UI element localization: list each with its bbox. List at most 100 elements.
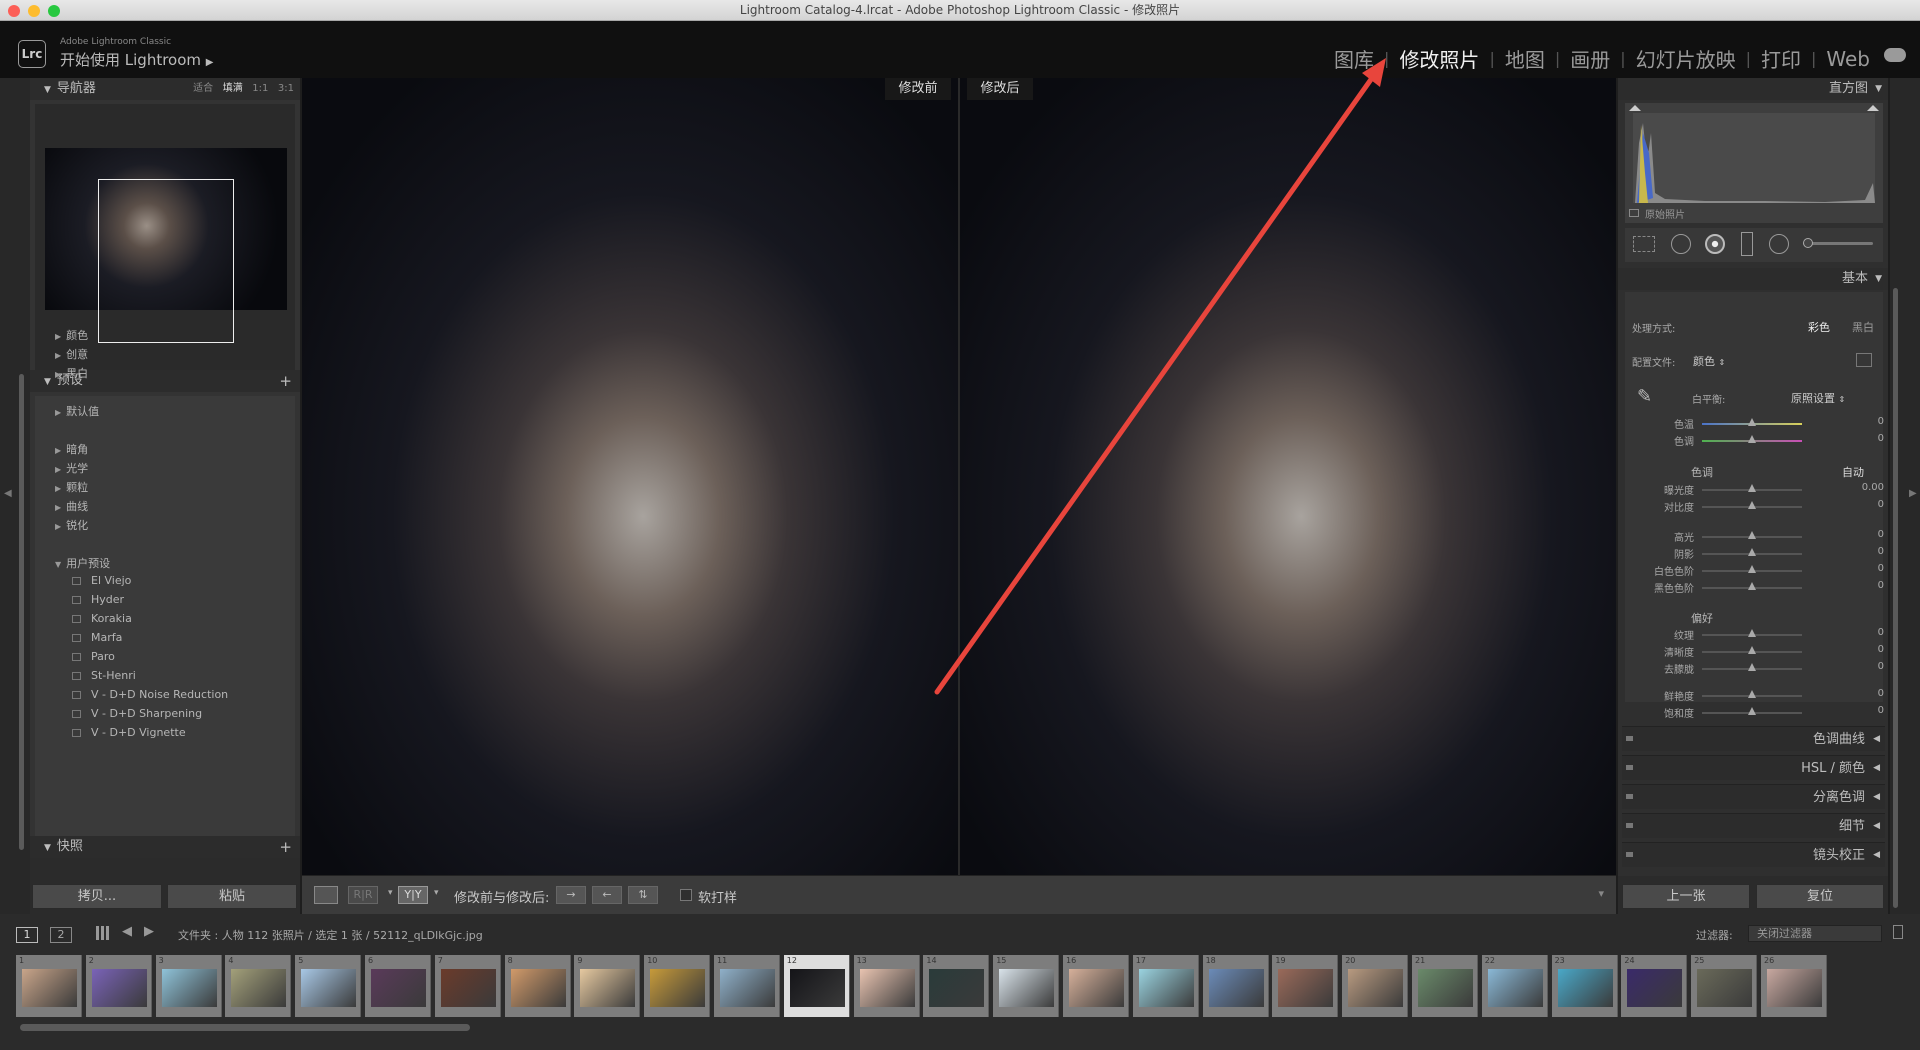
- slider-knob[interactable]: [1748, 629, 1756, 637]
- filmstrip-thumbnail[interactable]: 17: [1132, 955, 1199, 1017]
- basic-slider-row[interactable]: 色温 0: [1620, 416, 1890, 431]
- slider-value[interactable]: 0: [1878, 661, 1884, 672]
- panel-toggle-switch[interactable]: [1626, 765, 1633, 770]
- highlight-clip-icon[interactable]: [1867, 105, 1879, 111]
- wb-eyedropper-icon[interactable]: ✎: [1637, 386, 1653, 412]
- slider-value[interactable]: 0: [1878, 644, 1884, 655]
- dropdown-arrow-icon[interactable]: ▾: [434, 888, 439, 898]
- filmstrip-thumbnail[interactable]: 21: [1412, 955, 1478, 1017]
- filmstrip-thumbnail[interactable]: 24: [1621, 955, 1688, 1017]
- brush-tool-icon[interactable]: [1803, 242, 1873, 245]
- slider-knob[interactable]: [1748, 484, 1756, 492]
- filmstrip-source-info[interactable]: 文件夹 : 人物 112 张照片 / 选定 1 张 / 52112_qLDlkG…: [178, 927, 483, 943]
- basic-slider-row[interactable]: 黑色色阶 0: [1620, 580, 1890, 595]
- filmstrip-thumbnail[interactable]: 18: [1202, 955, 1269, 1017]
- detail-panel-header[interactable]: 细节 ◀: [1622, 813, 1885, 838]
- previous-button[interactable]: 上一张: [1622, 884, 1750, 909]
- reset-button[interactable]: 复位: [1756, 884, 1884, 909]
- filmstrip-scrollbar[interactable]: [20, 1024, 470, 1031]
- grid-view-icon[interactable]: [96, 926, 110, 940]
- back-arrow-icon[interactable]: ◀: [122, 924, 132, 939]
- slider-value[interactable]: 0: [1878, 580, 1884, 591]
- filmstrip-thumbnail[interactable]: 10: [644, 955, 711, 1017]
- graduated-filter-icon[interactable]: [1741, 232, 1753, 256]
- radial-filter-icon[interactable]: [1769, 234, 1789, 254]
- panel-toggle-switch[interactable]: [1626, 736, 1633, 741]
- filmstrip-thumbnail[interactable]: 25: [1691, 955, 1758, 1017]
- shadow-clip-icon[interactable]: [1629, 105, 1641, 111]
- tone-curve-panel-header[interactable]: 色调曲线 ◀: [1622, 726, 1885, 751]
- slider-knob[interactable]: [1748, 663, 1756, 671]
- treatment-color-option[interactable]: 彩色: [1808, 319, 1830, 335]
- filmstrip-thumbnail[interactable]: 9: [574, 955, 641, 1017]
- filmstrip-thumbnail[interactable]: 5: [295, 955, 362, 1017]
- filmstrip-thumbnail[interactable]: 11: [714, 955, 780, 1017]
- collapse-right-icon[interactable]: ▶: [1909, 488, 1917, 499]
- second-window-button[interactable]: 2: [50, 927, 72, 943]
- forward-arrow-icon[interactable]: ▶: [144, 924, 154, 939]
- basic-slider-row[interactable]: 清晰度 0: [1620, 644, 1890, 659]
- before-after-lr-button[interactable]: R|R: [348, 886, 378, 904]
- filmstrip-thumbnail[interactable]: 13: [853, 955, 920, 1017]
- filmstrip-thumbnail[interactable]: 4: [225, 955, 292, 1017]
- slider-value[interactable]: 0: [1878, 705, 1884, 716]
- copy-after-to-before-button[interactable]: ←: [592, 886, 622, 904]
- slider-knob[interactable]: [1748, 582, 1756, 590]
- filmstrip-thumbnail[interactable]: 8: [504, 955, 571, 1017]
- filmstrip-thumbnail[interactable]: 26: [1761, 955, 1827, 1017]
- basic-header[interactable]: 基本 ▼: [1618, 268, 1888, 290]
- slider-value[interactable]: 0: [1878, 627, 1884, 638]
- slider-value[interactable]: 0.00: [1862, 482, 1884, 493]
- filmstrip-thumbnail[interactable]: 16: [1063, 955, 1129, 1017]
- toolbar-menu-icon[interactable]: ▾: [1598, 887, 1604, 900]
- panel-toggle-switch[interactable]: [1626, 823, 1633, 828]
- filmstrip-thumbnail[interactable]: 15: [993, 955, 1060, 1017]
- filmstrip-thumbnail[interactable]: 23: [1551, 955, 1618, 1017]
- filmstrip-thumbnail[interactable]: 6: [365, 955, 431, 1017]
- filmstrip-thumbnail[interactable]: 7: [434, 955, 501, 1017]
- filmstrip-thumbnail[interactable]: 1: [16, 955, 82, 1017]
- basic-slider-row[interactable]: 对比度 0: [1620, 499, 1890, 514]
- original-photo-checkbox[interactable]: [1629, 209, 1639, 217]
- swap-before-after-button[interactable]: ⇅: [628, 886, 658, 904]
- slider-value[interactable]: 0: [1878, 499, 1884, 510]
- basic-slider-row[interactable]: 纹理 0: [1620, 627, 1890, 642]
- panel-toggle-switch[interactable]: [1626, 794, 1633, 799]
- basic-slider-row[interactable]: 色调 0: [1620, 433, 1890, 448]
- profile-browser-icon[interactable]: [1856, 353, 1872, 367]
- wb-dropdown[interactable]: 原照设置 ⇕: [1791, 390, 1845, 406]
- filmstrip-thumbnail[interactable]: 19: [1272, 955, 1339, 1017]
- histogram-header[interactable]: 直方图 ▼: [1618, 78, 1888, 100]
- filmstrip-thumbnail[interactable]: 2: [85, 955, 152, 1017]
- filter-lock-icon[interactable]: [1893, 925, 1903, 939]
- before-after-split-button[interactable]: Y|Y: [398, 886, 428, 904]
- softproof-checkbox[interactable]: [680, 889, 692, 901]
- main-window-button[interactable]: 1: [16, 927, 38, 943]
- slider-value[interactable]: 0: [1878, 563, 1884, 574]
- panel-toggle-switch[interactable]: [1626, 852, 1633, 857]
- basic-slider-row[interactable]: 阴影 0: [1620, 546, 1890, 561]
- auto-tone-button[interactable]: 自动: [1842, 464, 1864, 480]
- profile-dropdown[interactable]: 颜色 ⇕: [1693, 353, 1725, 369]
- hsl-panel-header[interactable]: HSL / 颜色 ◀: [1622, 755, 1885, 780]
- slider-knob[interactable]: [1748, 501, 1756, 509]
- basic-slider-row[interactable]: 高光 0: [1620, 529, 1890, 544]
- slider-knob[interactable]: [1748, 565, 1756, 573]
- filmstrip-thumbnail[interactable]: 22: [1481, 955, 1548, 1017]
- basic-slider-row[interactable]: 去朦胧 0: [1620, 661, 1890, 676]
- slider-knob[interactable]: [1748, 531, 1756, 539]
- filmstrip-thumbnail[interactable]: 20: [1342, 955, 1409, 1017]
- slider-knob[interactable]: [1748, 707, 1756, 715]
- slider-knob[interactable]: [1748, 548, 1756, 556]
- crop-tool-icon[interactable]: [1633, 236, 1655, 252]
- filmstrip-thumbnail[interactable]: 14: [923, 955, 990, 1017]
- slider-value[interactable]: 0: [1878, 529, 1884, 540]
- copy-before-to-after-button[interactable]: →: [556, 886, 586, 904]
- split-toning-panel-header[interactable]: 分离色调 ◀: [1622, 784, 1885, 809]
- slider-value[interactable]: 0: [1878, 688, 1884, 699]
- treatment-bw-option[interactable]: 黑白: [1852, 319, 1874, 335]
- dropdown-arrow-icon[interactable]: ▾: [388, 888, 393, 898]
- slider-value[interactable]: 0: [1878, 416, 1884, 427]
- filter-dropdown[interactable]: 关闭过滤器: [1748, 925, 1882, 942]
- right-scrollbar[interactable]: [1893, 288, 1898, 908]
